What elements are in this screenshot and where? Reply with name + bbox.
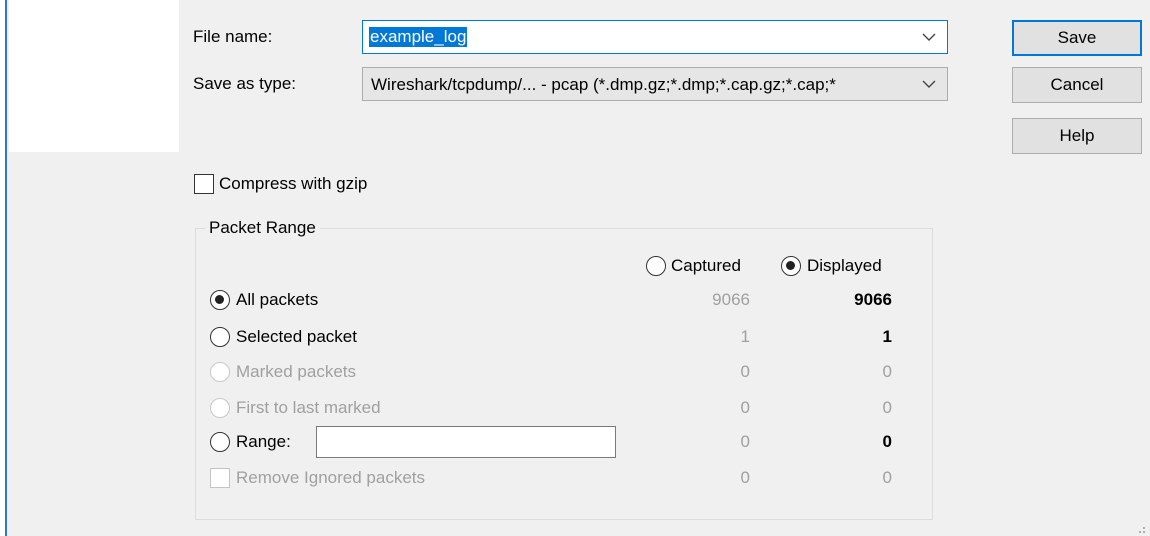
range-label: Range: (236, 432, 291, 451)
remove-ignored-captured: 0 (740, 468, 750, 487)
captured-radio[interactable] (646, 256, 666, 276)
file-name-label: File name: (193, 27, 273, 46)
save-as-type-label: Save as type: (193, 74, 297, 93)
displayed-label: Displayed (807, 256, 882, 275)
marked-packets-displayed: 0 (882, 362, 892, 381)
chevron-down-icon[interactable] (921, 29, 937, 45)
displayed-radio[interactable] (781, 256, 801, 276)
selected-packet-radio[interactable] (210, 327, 230, 347)
packet-range-title: Packet Range (205, 218, 320, 238)
remove-ignored-checkbox[interactable] (210, 468, 230, 488)
all-packets-captured: 9066 (712, 290, 750, 309)
save-as-type-value: Wireshark/tcpdump/... - pcap (*.dmp.gz;*… (371, 75, 836, 94)
chevron-down-icon[interactable] (921, 76, 937, 92)
save-button[interactable]: Save (1012, 20, 1142, 56)
marked-packets-captured: 0 (740, 362, 750, 381)
navigation-pane (9, 0, 179, 152)
cancel-button[interactable]: Cancel (1012, 67, 1142, 103)
selected-packet-displayed: 1 (882, 327, 892, 346)
all-packets-displayed: 9066 (854, 290, 892, 309)
remove-ignored-displayed: 0 (882, 468, 892, 487)
window-left-edge (0, 0, 7, 536)
selected-packet-label: Selected packet (236, 327, 357, 346)
range-displayed: 0 (882, 432, 892, 451)
help-button[interactable]: Help (1012, 118, 1142, 154)
captured-label: Captured (671, 256, 741, 275)
file-name-value[interactable]: example_log (369, 27, 468, 47)
range-radio[interactable] (210, 432, 230, 452)
compress-gzip-label: Compress with gzip (219, 174, 368, 193)
all-packets-radio[interactable] (210, 290, 230, 310)
first-to-last-marked-radio[interactable] (210, 398, 230, 418)
marked-packets-label: Marked packets (236, 362, 356, 381)
selected-packet-captured: 1 (740, 327, 750, 346)
save-as-type-select[interactable]: Wireshark/tcpdump/... - pcap (*.dmp.gz;*… (362, 67, 948, 101)
first-to-last-marked-label: First to last marked (236, 398, 381, 417)
first-to-last-marked-captured: 0 (740, 398, 750, 417)
compress-gzip-checkbox[interactable] (194, 174, 214, 194)
file-name-combo[interactable]: example_log (362, 20, 948, 54)
range-input[interactable] (316, 426, 616, 458)
range-captured: 0 (740, 432, 750, 451)
first-to-last-marked-displayed: 0 (882, 398, 892, 417)
marked-packets-radio[interactable] (210, 362, 230, 382)
all-packets-label: All packets (236, 290, 319, 309)
resize-grip-icon[interactable] (1134, 522, 1146, 534)
remove-ignored-label: Remove Ignored packets (236, 468, 425, 487)
